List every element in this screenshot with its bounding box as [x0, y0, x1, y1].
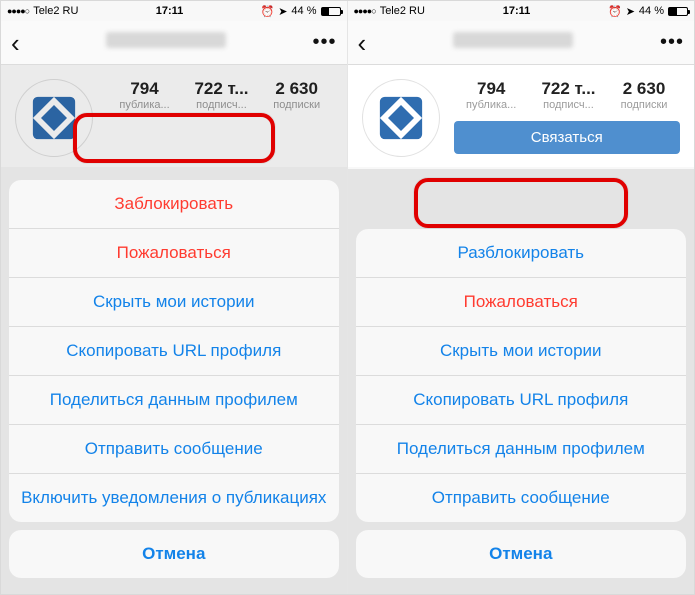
sheet-cancel[interactable]: Отмена [9, 530, 339, 578]
avatar[interactable] [362, 79, 440, 157]
battery-pct: 44 % [639, 5, 664, 17]
nav-bar: ‹ ••• [1, 21, 347, 65]
status-bar: ●●●●○ Tele2 RU 17:11 ⏰ ➤ 44 % [1, 1, 347, 21]
battery-icon [321, 7, 341, 16]
alarm-icon: ⏰ [608, 5, 622, 18]
carrier-label: Tele2 RU [380, 5, 425, 17]
action-sheet: ЗаблокироватьПожаловатьсяСкрыть мои исто… [9, 180, 339, 586]
stat-posts[interactable]: 794публика... [466, 79, 516, 111]
alarm-icon: ⏰ [261, 5, 275, 18]
signal-dots: ●●●●○ [354, 6, 376, 16]
sheet-enable-notifications[interactable]: Включить уведомления о публикациях [9, 474, 339, 522]
status-time: 17:11 [503, 5, 531, 17]
status-time: 17:11 [156, 5, 184, 17]
sheet-copy-url[interactable]: Скопировать URL профиля [356, 376, 687, 425]
sheet-share-profile[interactable]: Поделиться данным профилем [356, 425, 687, 474]
more-icon[interactable]: ••• [312, 31, 336, 54]
phone-left: ●●●●○ Tele2 RU 17:11 ⏰ ➤ 44 % ‹ ••• [1, 1, 348, 594]
location-icon: ➤ [278, 5, 287, 18]
sheet-block[interactable]: Заблокировать [9, 180, 339, 229]
status-bar: ●●●●○ Tele2 RU 17:11 ⏰ ➤ 44 % [348, 1, 695, 21]
phone-right: ●●●●○ Tele2 RU 17:11 ⏰ ➤ 44 % ‹ ••• [348, 1, 695, 594]
sheet-copy-url[interactable]: Скопировать URL профиля [9, 327, 339, 376]
sheet-hide-stories[interactable]: Скрыть мои истории [9, 278, 339, 327]
battery-pct: 44 % [291, 5, 316, 17]
battery-icon [668, 7, 688, 16]
sheet-share-profile[interactable]: Поделиться данным профилем [9, 376, 339, 425]
sheet-report[interactable]: Пожаловаться [356, 278, 687, 327]
location-icon: ➤ [626, 5, 635, 18]
carrier-label: Tele2 RU [33, 5, 78, 17]
back-icon[interactable]: ‹ [358, 30, 367, 56]
stat-followers[interactable]: 722 т...подписч... [541, 79, 595, 111]
signal-dots: ●●●●○ [7, 6, 29, 16]
sheet-cancel-group: Отмена [9, 530, 339, 578]
nav-title [366, 32, 660, 53]
nav-title [20, 32, 313, 53]
sheet-cancel[interactable]: Отмена [356, 530, 687, 578]
sheet-report[interactable]: Пожаловаться [9, 229, 339, 278]
contact-button[interactable]: Связаться [454, 121, 681, 154]
sheet-hide-stories[interactable]: Скрыть мои истории [356, 327, 687, 376]
nav-bar: ‹ ••• [348, 21, 695, 65]
sheet-unblock[interactable]: Разблокировать [356, 229, 687, 278]
stat-following[interactable]: 2 630подписки [621, 79, 668, 111]
profile-header: 794публика... 722 т...подписч... 2 630по… [348, 65, 695, 167]
sheet-send-message[interactable]: Отправить сообщение [9, 425, 339, 474]
back-icon[interactable]: ‹ [11, 30, 20, 56]
action-sheet: РазблокироватьПожаловатьсяСкрыть мои ист… [356, 229, 687, 586]
more-icon[interactable]: ••• [660, 31, 684, 54]
sheet-options: РазблокироватьПожаловатьсяСкрыть мои ист… [356, 229, 687, 522]
sheet-cancel-group: Отмена [356, 530, 687, 578]
avatar-logo-icon [375, 92, 427, 144]
sheet-options: ЗаблокироватьПожаловатьсяСкрыть мои исто… [9, 180, 339, 522]
sheet-send-message[interactable]: Отправить сообщение [356, 474, 687, 522]
profile-stats: 794публика... 722 т...подписч... 2 630по… [454, 79, 681, 111]
